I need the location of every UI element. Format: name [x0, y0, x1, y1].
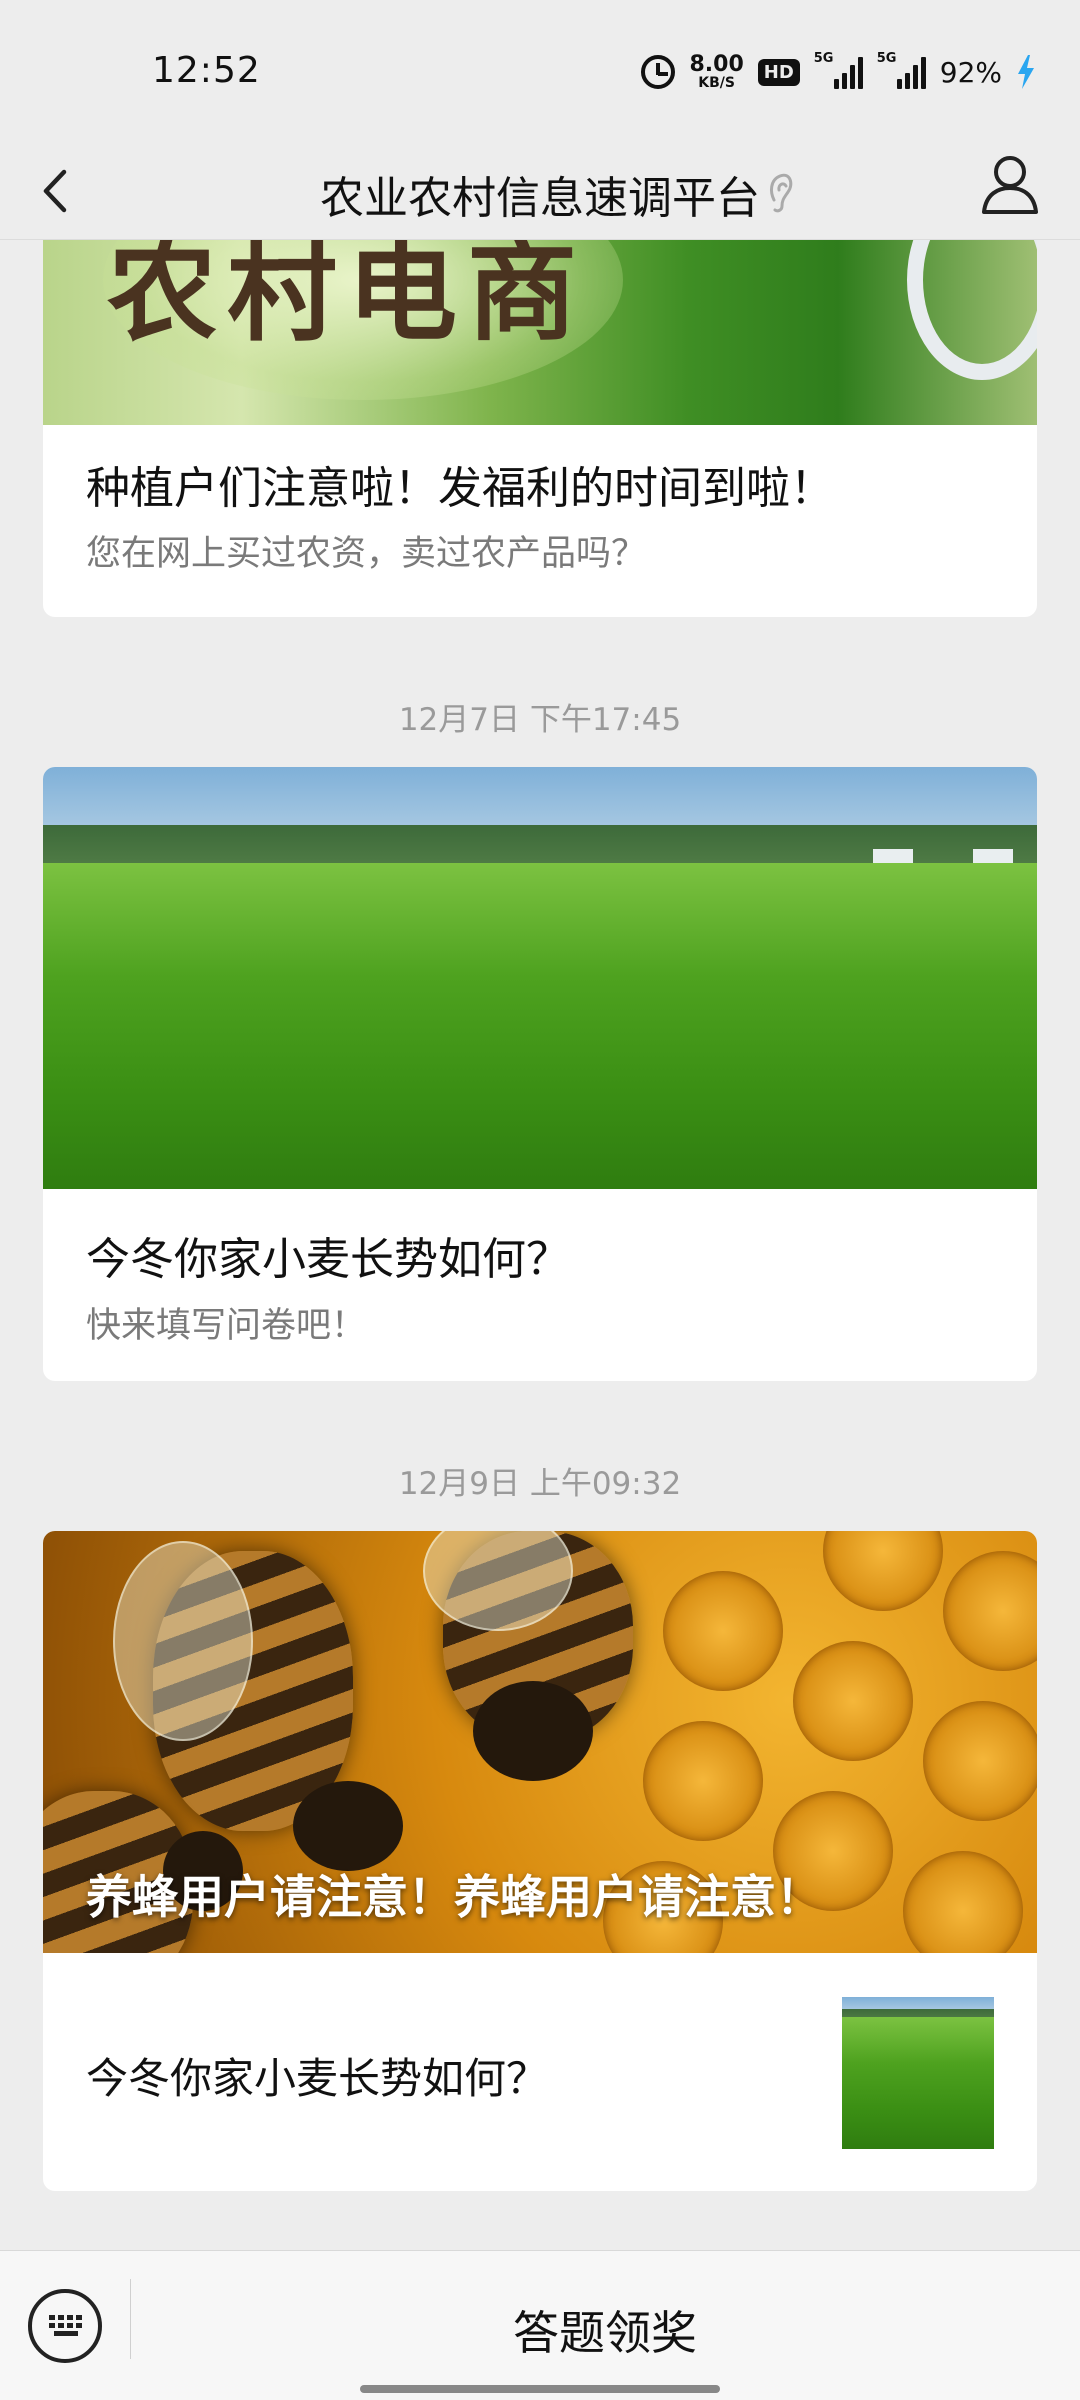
- ear-icon: [770, 173, 793, 213]
- article-2-description: 快来填写问卷吧！: [86, 1306, 367, 1346]
- hd-voice-icon: HD: [757, 58, 800, 86]
- article-1-title: 种植户们注意啦！发福利的时间到啦！: [86, 463, 834, 514]
- signal-1-label: 5G: [813, 51, 834, 66]
- charging-bolt-icon: [1018, 55, 1034, 89]
- article-3-overlay-title: 养蜂用户请注意！养蜂用户请注意！: [86, 1870, 822, 1924]
- article-card-2[interactable]: 今冬你家小麦长势如何？ 快来填写问卷吧！: [43, 767, 1037, 1381]
- status-bar: 12:52 8.00 KB/S HD 5G 5G 92%: [0, 0, 1080, 140]
- signal-strength-2: 5G: [877, 51, 926, 89]
- bottom-menu-bar: 答题领奖: [0, 2250, 1080, 2400]
- home-indicator[interactable]: [360, 2385, 720, 2393]
- message-timestamp-1: 12月7日 下午17:45: [398, 702, 682, 738]
- article-card-1[interactable]: 农村电商 种植户们注意啦！发福利的时间到啦！ 您在网上买过农资，卖过农产品吗？: [43, 240, 1037, 617]
- article-3-sub-item-title: 今冬你家小麦长势如何？: [86, 2054, 549, 2103]
- article-card-3[interactable]: 养蜂用户请注意！养蜂用户请注意！ 今冬你家小麦长势如何？: [43, 1531, 1037, 2191]
- network-speed: 8.00 KB/S: [689, 52, 744, 91]
- navigation-bar: 农业农村信息速调平台: [0, 140, 1080, 240]
- status-time: 12:52: [152, 50, 261, 91]
- article-3-cover-image[interactable]: 养蜂用户请注意！养蜂用户请注意！: [43, 1531, 1037, 1953]
- article-2-title: 今冬你家小麦长势如何？: [86, 1234, 570, 1285]
- status-icons: 8.00 KB/S HD 5G 5G 92%: [641, 50, 1036, 94]
- article-1-description: 您在网上买过农资，卖过农产品吗？: [86, 534, 647, 574]
- message-feed[interactable]: 农村电商 种植户们注意啦！发福利的时间到啦！ 您在网上买过农资，卖过农产品吗？ …: [0, 240, 1080, 2250]
- message-timestamp-2: 12月9日 上午09:32: [398, 1466, 682, 1502]
- alarm-icon: [641, 55, 676, 89]
- page-title: 农业农村信息速调平台: [320, 173, 760, 224]
- signal-strength-1: 5G: [814, 51, 863, 89]
- network-speed-unit: KB/S: [698, 75, 735, 91]
- article-3-sub-item-thumbnail: [842, 1997, 994, 2149]
- article-2-cover-image: [43, 767, 1037, 1189]
- wechat-official-account-page: 12:52 8.00 KB/S HD 5G 5G 92% 农业农村信息速调平台 …: [0, 0, 1080, 2400]
- network-speed-value: 8.00: [689, 52, 744, 77]
- keyboard-icon[interactable]: [28, 2289, 102, 2363]
- battery-percent: 92%: [939, 55, 1002, 89]
- menu-item-answer-for-prize[interactable]: 答题领奖: [130, 2297, 1080, 2363]
- user-icon[interactable]: [980, 152, 1040, 216]
- article-3-sub-item[interactable]: 今冬你家小麦长势如何？: [43, 1953, 1037, 2191]
- article-1-cover-image: 农村电商: [43, 240, 1037, 425]
- signal-2-label: 5G: [876, 51, 897, 66]
